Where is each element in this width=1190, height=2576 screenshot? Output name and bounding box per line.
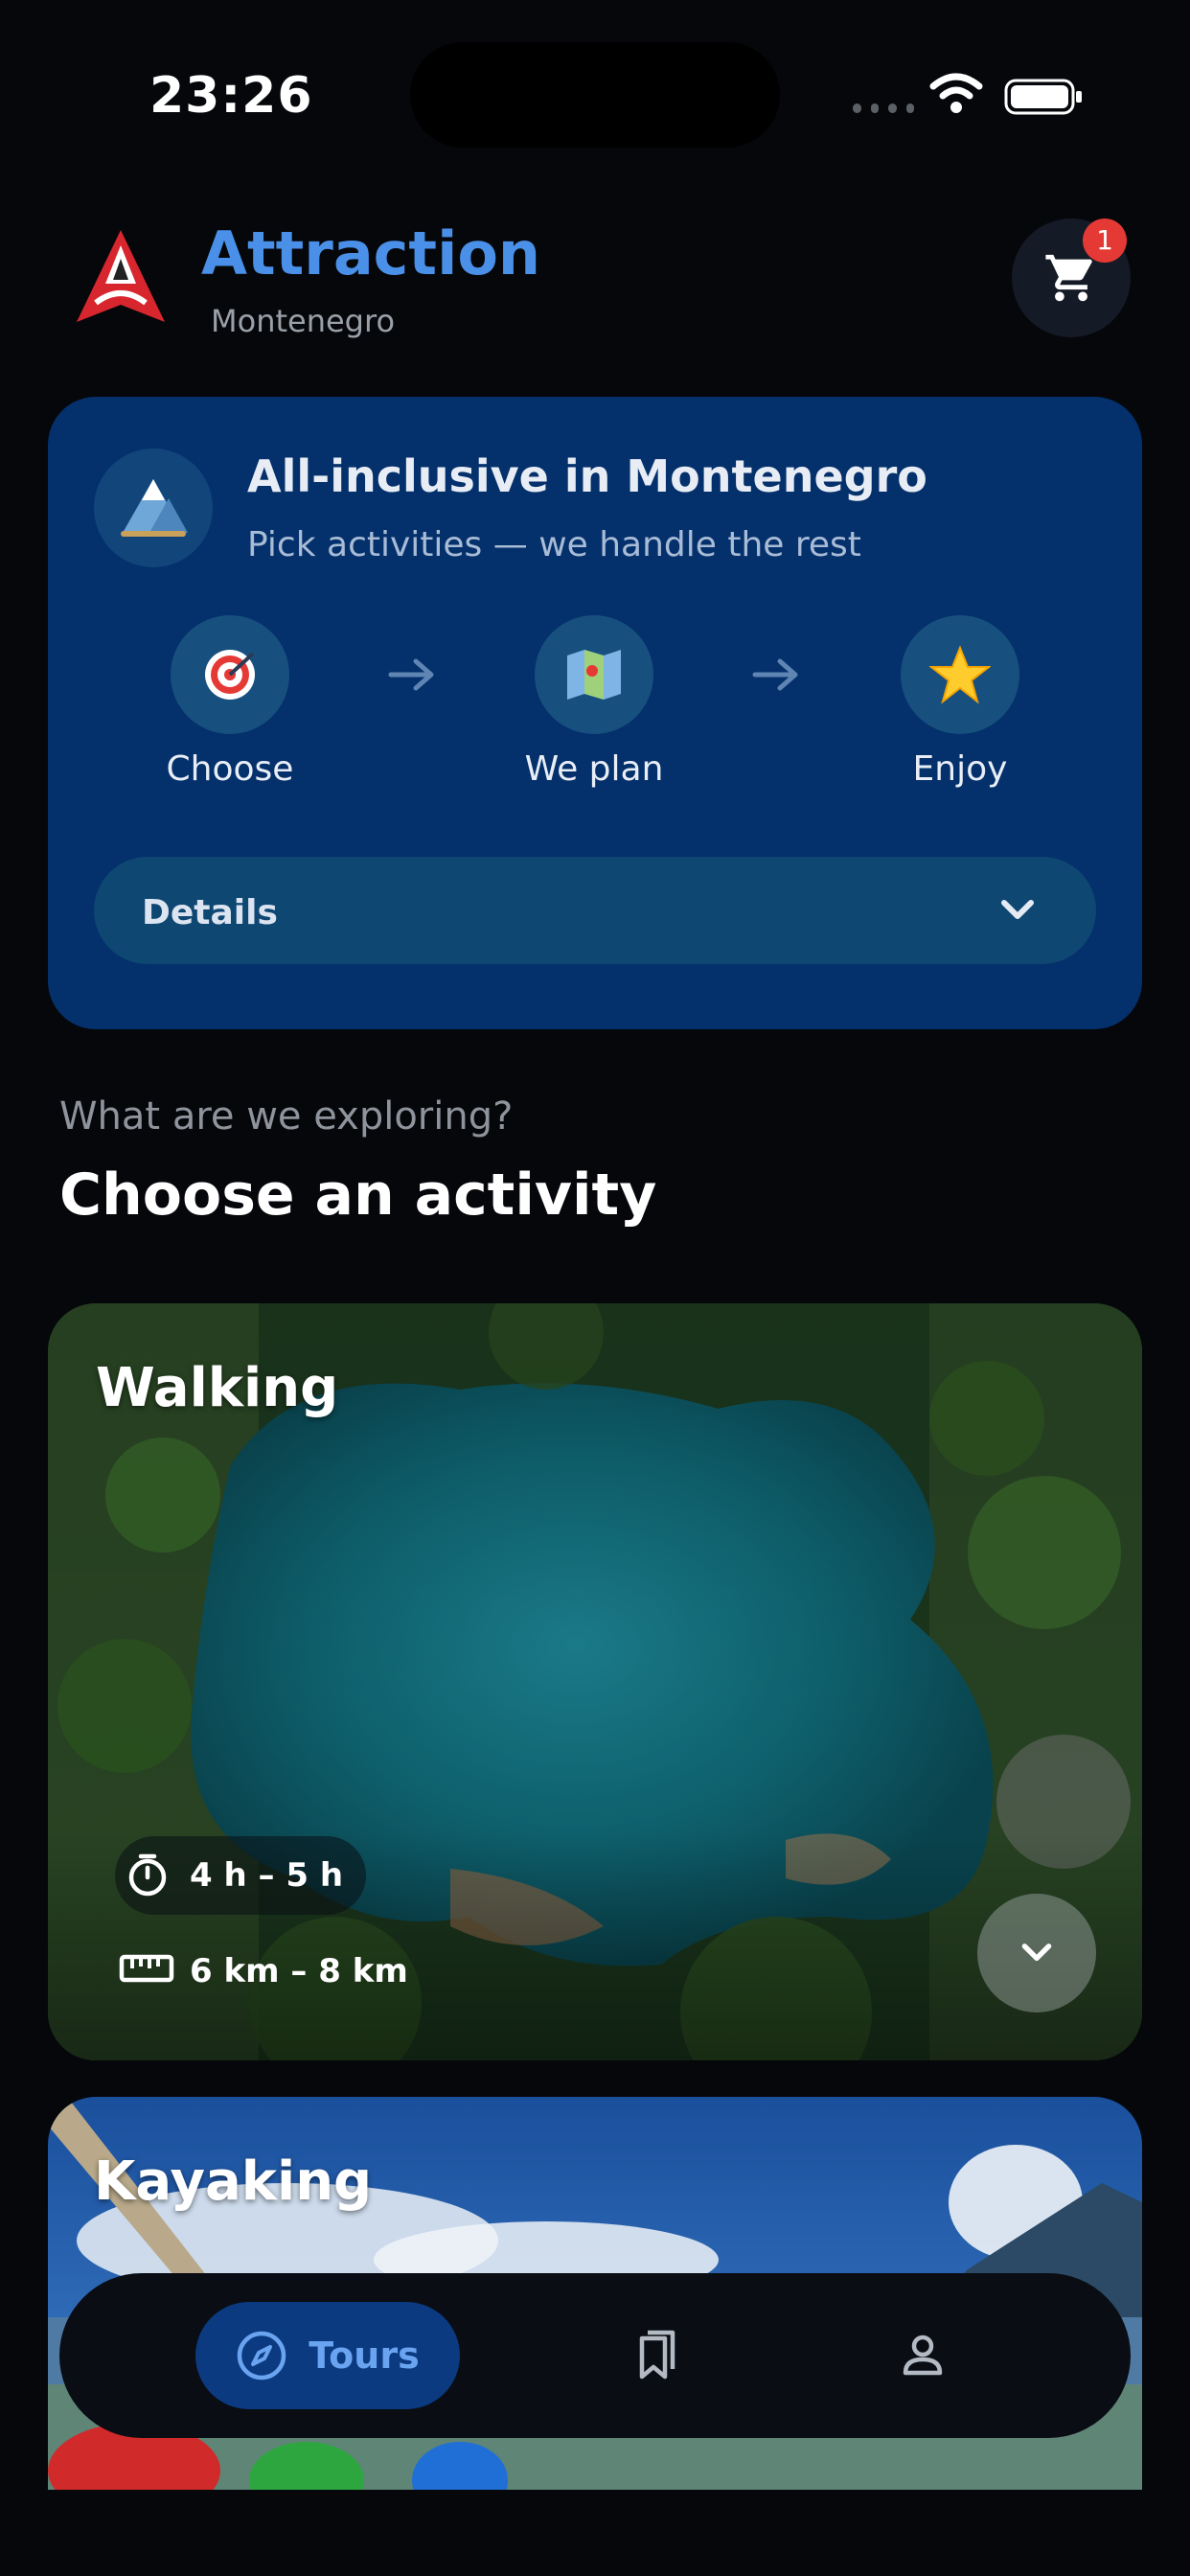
step-label-choose: Choose bbox=[166, 749, 294, 789]
arrow-right-icon bbox=[752, 658, 798, 691]
bookmarks-icon[interactable] bbox=[629, 2329, 680, 2380]
activity-title-kayaking: Kayaking bbox=[94, 2150, 373, 2213]
section-title: Choose an activity bbox=[59, 1162, 657, 1229]
signal-icon bbox=[853, 102, 914, 115]
star-icon bbox=[901, 615, 1019, 734]
map-icon bbox=[535, 615, 653, 734]
expand-card-button[interactable] bbox=[977, 1894, 1096, 2012]
chevron-down-icon bbox=[1021, 1944, 1052, 1962]
nav-tab-tours[interactable]: Tours bbox=[195, 2302, 460, 2409]
cart-count-badge: 1 bbox=[1083, 218, 1127, 263]
profile-icon[interactable] bbox=[897, 2329, 949, 2380]
app-subtitle: Montenegro bbox=[211, 303, 396, 339]
info-title: All-inclusive in Montenegro bbox=[247, 450, 927, 502]
status-time: 23:26 bbox=[149, 67, 313, 125]
nav-tours-label: Tours bbox=[309, 2334, 420, 2377]
info-subtitle: Pick activities — we handle the rest bbox=[247, 525, 861, 564]
step-label-enjoy: Enjoy bbox=[912, 749, 1008, 789]
dynamic-island bbox=[410, 42, 780, 148]
mountain-icon bbox=[94, 448, 213, 567]
arrow-right-icon bbox=[388, 658, 434, 691]
chevron-down-icon bbox=[1001, 900, 1034, 919]
app-title: Attraction bbox=[201, 218, 541, 288]
step-label-we-plan: We plan bbox=[524, 749, 664, 789]
battery-icon bbox=[1004, 79, 1082, 115]
distance-text: 6 km – 8 km bbox=[190, 1952, 408, 1990]
app-logo bbox=[77, 230, 165, 322]
timer-icon bbox=[128, 1853, 167, 1897]
ruler-icon bbox=[119, 1954, 174, 1983]
wifi-icon bbox=[929, 73, 983, 113]
target-icon bbox=[171, 615, 289, 734]
cart-icon bbox=[1045, 254, 1092, 302]
section-subtitle: What are we exploring? bbox=[59, 1094, 514, 1138]
activity-title-walking: Walking bbox=[96, 1357, 339, 1419]
compass-icon bbox=[238, 2331, 286, 2380]
duration-text: 4 h – 5 h bbox=[190, 1856, 344, 1895]
details-label: Details bbox=[142, 893, 278, 932]
